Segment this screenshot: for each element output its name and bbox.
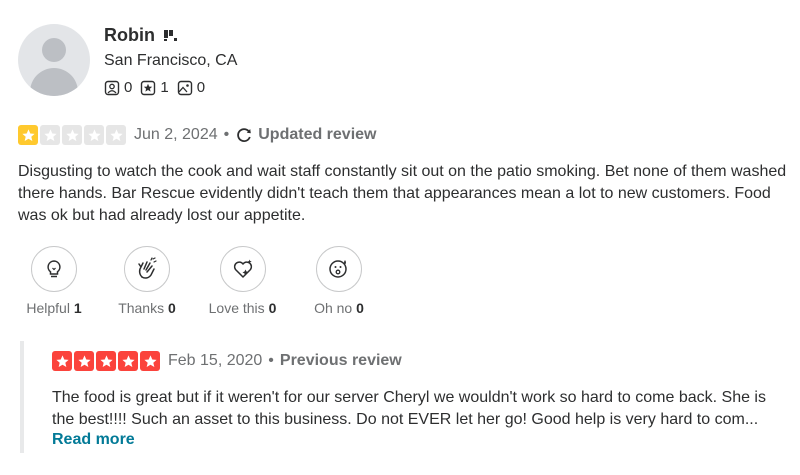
reaction-thanks[interactable]: Thanks 0 (107, 246, 187, 316)
review-star-icon (141, 80, 156, 95)
reaction-oh-no[interactable]: Oh no 0 (299, 246, 379, 316)
review-rating-row: Jun 2, 2024 • Updated review (18, 125, 377, 145)
user-name-text[interactable]: Robin (104, 25, 155, 45)
star-icon (96, 351, 116, 371)
star-rating (18, 125, 128, 145)
photo-icon (177, 80, 192, 95)
reaction-count[interactable]: 1 (74, 300, 82, 316)
reaction-circle[interactable] (219, 246, 266, 292)
reaction-label-text[interactable]: Love this (209, 300, 265, 316)
lightbulb-icon (47, 260, 61, 278)
elite-badge-icon (164, 30, 178, 41)
reaction-count[interactable]: 0 (356, 300, 364, 316)
separator-dot: • (223, 126, 230, 143)
reaction-buttons: Helpful 1 Thanks 0 Love this 0 Oh no 0 (0, 246, 420, 321)
friends-icon (104, 80, 120, 95)
user-stats: 0 1 0 (104, 79, 213, 96)
reaction-circle[interactable] (31, 246, 77, 292)
clapping-hands-icon (138, 257, 157, 279)
star-icon (118, 351, 138, 371)
reaction-label-text[interactable]: Thanks (118, 300, 164, 316)
reaction-circle[interactable] (124, 246, 170, 292)
previous-review-date: Feb 15, 2020 (168, 352, 263, 369)
review-date: Jun 2, 2024 (134, 126, 218, 143)
photos-stat: 0 (177, 79, 205, 96)
heart-sparkle-icon (233, 259, 252, 278)
star-icon (62, 125, 82, 145)
star-rating (52, 351, 162, 371)
reaction-label[interactable]: Oh no 0 (299, 300, 379, 316)
avatar-head-shape (42, 38, 66, 62)
updated-review-text[interactable]: Updated review (258, 126, 376, 144)
reaction-label[interactable]: Helpful 1 (14, 300, 94, 316)
reviews-count: 1 (160, 79, 169, 96)
star-icon (40, 125, 60, 145)
surprised-face-icon (329, 260, 347, 278)
star-icon (52, 351, 72, 371)
reaction-label[interactable]: Love this 0 (200, 300, 285, 316)
previous-review: Feb 15, 2020 • Previous review The food … (20, 341, 794, 453)
reaction-label-text[interactable]: Helpful (26, 300, 70, 316)
avatar[interactable] (18, 24, 90, 96)
reviews-stat: 1 (140, 79, 169, 96)
friends-count: 0 (124, 79, 133, 96)
previous-review-rating-row: Feb 15, 2020 • Previous review (52, 351, 402, 371)
friends-stat: 0 (104, 79, 132, 96)
reaction-count[interactable]: 0 (269, 300, 277, 316)
star-icon (140, 351, 160, 371)
reaction-count[interactable]: 0 (168, 300, 176, 316)
photos-count: 0 (196, 79, 206, 96)
user-name[interactable]: Robin (104, 25, 179, 46)
refresh-icon (237, 128, 252, 143)
reaction-love-this[interactable]: Love this 0 (200, 246, 285, 316)
star-icon (106, 125, 126, 145)
reaction-label[interactable]: Thanks 0 (107, 300, 187, 316)
star-icon (84, 125, 104, 145)
reaction-helpful[interactable]: Helpful 1 (14, 246, 94, 316)
star-icon (74, 351, 94, 371)
user-location: San Francisco, CA (104, 52, 238, 69)
avatar-body-shape (30, 68, 78, 96)
previous-review-text: The food is great but if it weren't for … (52, 389, 766, 428)
read-more-link[interactable]: Read more (52, 431, 135, 449)
reaction-label-text[interactable]: Oh no (314, 300, 352, 316)
reaction-circle[interactable] (316, 246, 362, 292)
review-text: Disgusting to watch the cook and wait st… (18, 163, 787, 224)
previous-review-label: Previous review (279, 352, 402, 369)
updated-review-label[interactable]: Updated review (235, 126, 377, 144)
separator-dot: • (268, 352, 274, 369)
star-icon (18, 125, 38, 145)
